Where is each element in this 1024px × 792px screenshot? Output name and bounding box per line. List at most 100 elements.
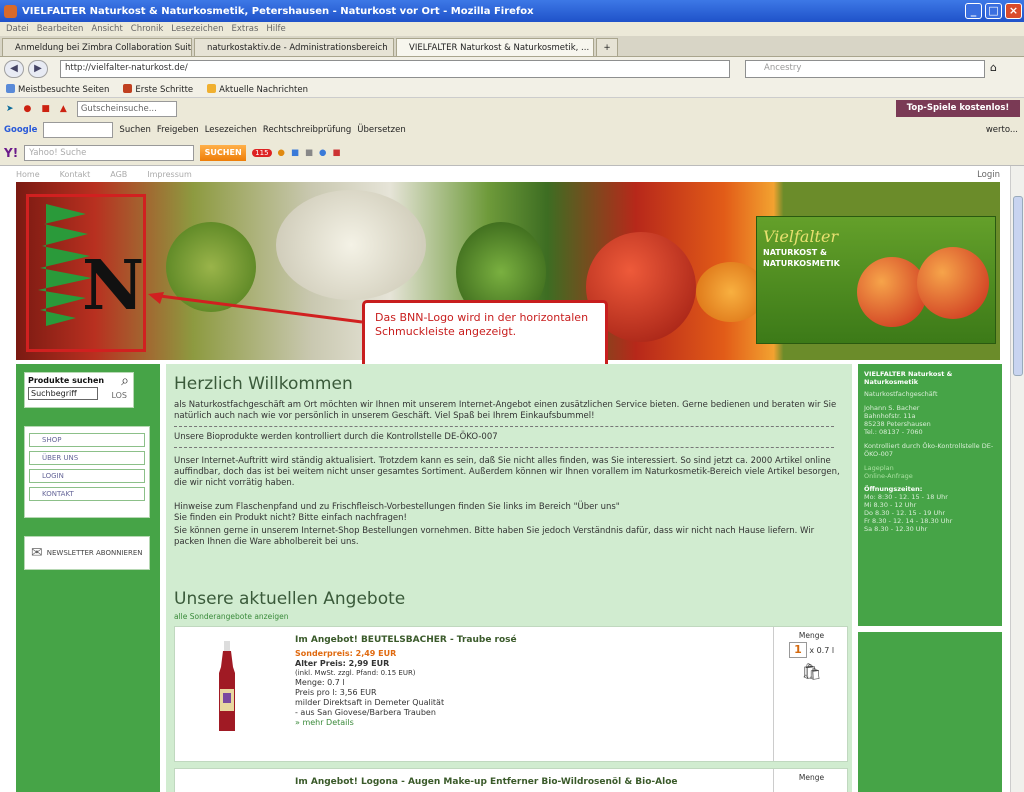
liefern-text: Sie können gerne in unserem Internet-Sho… <box>174 526 815 547</box>
toolbar-icon[interactable]: ● <box>319 148 326 158</box>
kontrolle-text: Unsere Bioprodukte werden kontrolliert d… <box>174 432 498 442</box>
newsletter-box[interactable]: ✉ NEWSLETTER ABONNIEREN <box>24 536 150 570</box>
quantity-input[interactable]: 1 <box>788 642 807 658</box>
google-toolbar: Google Suchen Freigeben Lesezeichen Rech… <box>0 119 1024 141</box>
right-green-panel <box>858 632 1002 792</box>
product-card: Im Angebot! Logona - Augen Make-up Entfe… <box>174 768 848 792</box>
shop-name: VIELFALTER Naturkost & Naturkosmetik <box>864 370 953 386</box>
quantity-panel: Menge <box>773 769 849 792</box>
menu-shop[interactable]: SHOP <box>29 433 145 447</box>
menu-login[interactable]: LOGIN <box>29 469 145 483</box>
highlight-box <box>26 194 146 352</box>
addon-icon[interactable]: ➤ <box>6 104 14 114</box>
google-wertvoll[interactable]: werto... <box>986 125 1018 135</box>
mail-count-badge[interactable]: 115 <box>252 149 272 157</box>
menu-ansicht[interactable]: Ansicht <box>91 24 122 34</box>
all-offers-link[interactable]: alle Sonderangebote anzeigen <box>174 612 288 621</box>
menu-bearbeiten[interactable]: Bearbeiten <box>37 24 84 34</box>
google-freigeben[interactable]: Freigeben <box>157 125 199 135</box>
menu-hilfe[interactable]: Hilfe <box>266 24 285 34</box>
google-uebersetzen[interactable]: Übersetzen <box>357 125 405 135</box>
toolbar-icon[interactable]: ■ <box>305 148 313 158</box>
product-card: Im Angebot! BEUTELSBACHER - Traube rosé … <box>174 626 848 762</box>
envelope-icon: ✉ <box>31 545 43 561</box>
pfand-text: Hinweise zum Flaschenpfand und zu Frisch… <box>174 502 620 512</box>
addon-toolbar: ➤ ● ■ ▲ Gutscheinsuche... Top-Spiele kos… <box>0 97 1024 119</box>
nav-agb[interactable]: AGB <box>110 170 127 179</box>
addon-icon[interactable]: ■ <box>41 104 50 114</box>
product-search-input[interactable]: Suchbegriff <box>28 387 98 400</box>
magnifier-icon[interactable]: ⌕ <box>121 373 129 389</box>
nav-kontakt[interactable]: Kontakt <box>60 170 91 179</box>
nav-home[interactable]: Home <box>16 170 40 179</box>
maximize-button[interactable]: □ <box>985 3 1002 19</box>
menge-label: Menge <box>798 773 825 782</box>
offers-heading: Unsere aktuellen Angebote <box>174 589 406 609</box>
close-button[interactable]: × <box>1005 3 1022 19</box>
menu-chronik[interactable]: Chronik <box>131 24 164 34</box>
product-title[interactable]: Im Angebot! BEUTELSBACHER - Traube rosé <box>295 635 517 645</box>
bookmark-meistbesucht[interactable]: Meistbesuchte Seiten <box>6 83 109 95</box>
minimize-button[interactable]: _ <box>965 3 982 19</box>
login-link[interactable]: Login <box>977 170 1000 180</box>
product-search-box: Produkte suchen Suchbegriff ⌕ LOS <box>24 372 134 408</box>
home-icon[interactable]: ⌂ <box>990 61 997 74</box>
hours-title: Öffnungszeiten: <box>864 485 923 493</box>
old-price: Alter Preis: 2,99 EUR <box>295 658 390 668</box>
menu-datei[interactable]: Datei <box>6 24 29 34</box>
special-price: Sonderpreis: 2,49 EUR <box>295 649 397 658</box>
google-suchen-button[interactable]: Suchen <box>119 125 150 135</box>
address-line: 85238 Petershausen <box>864 420 931 428</box>
more-details-link[interactable]: » mehr Details <box>295 718 444 728</box>
tab-zimbra[interactable]: Anmeldung bei Zimbra Collaboration Suite… <box>2 38 192 56</box>
unit-label: x 0.7 l <box>809 646 835 655</box>
left-sidebar: Produkte suchen Suchbegriff ⌕ LOS SHOP Ü… <box>16 364 160 792</box>
window-title: VIELFALTER Naturkost & Naturkosmetik, Pe… <box>22 5 534 17</box>
tab-vielfalter[interactable]: VIELFALTER Naturkost & Naturkosmetik, ..… <box>396 38 594 56</box>
gutscheine-input[interactable]: Gutscheinsuche... <box>76 100 177 117</box>
bookmark-nachrichten[interactable]: Aktuelle Nachrichten <box>207 83 308 95</box>
addon-icon[interactable]: ● <box>24 104 32 114</box>
yahoo-toolbar: Y! Yahoo! Suche SUCHEN 115 ● ■ ■ ● ■ <box>0 141 1024 166</box>
new-tab-button[interactable]: + <box>596 38 618 56</box>
firefox-icon <box>4 4 17 18</box>
lageplan-link[interactable]: Lageplan <box>864 464 996 472</box>
divider <box>174 426 834 427</box>
hours-line: Mi 8.30 - 12 Uhr <box>864 501 917 509</box>
menu-lesezeichen[interactable]: Lesezeichen <box>171 24 223 34</box>
yahoo-logo-icon[interactable]: Y! <box>4 146 18 160</box>
menu-extras[interactable]: Extras <box>232 24 259 34</box>
intro-text: als Naturkostfachgeschäft am Ort möchten… <box>174 400 837 421</box>
online-link[interactable]: Online-Anfrage <box>864 472 996 480</box>
url-input[interactable]: http://vielfalter-naturkost.de/ <box>60 60 730 78</box>
topspiele-button[interactable]: Top-Spiele kostenlos! <box>896 100 1020 117</box>
google-lesezeichen[interactable]: Lesezeichen <box>205 125 257 135</box>
menu-ueber-uns[interactable]: ÜBER UNS <box>29 451 145 465</box>
search-los-button[interactable]: LOS <box>111 391 127 400</box>
product-title[interactable]: Im Angebot! Logona - Augen Make-up Entfe… <box>295 777 678 787</box>
toolbar-icon[interactable]: ■ <box>291 148 299 158</box>
browser-search-input[interactable]: Ancestry <box>745 60 985 78</box>
product-desc: - aus San Giovese/Barbera Trauben <box>295 707 436 717</box>
tab-naturkostaktiv[interactable]: naturkostaktiv.de - Administrationsberei… <box>194 38 394 56</box>
forward-button[interactable]: ▶ <box>28 60 48 78</box>
phone: Tel.: 08137 - 7060 <box>864 428 923 436</box>
vertical-scrollbar[interactable] <box>1010 166 1024 792</box>
back-button[interactable]: ◀ <box>4 60 24 78</box>
google-rechtschreibung[interactable]: Rechtschreibprüfung <box>263 125 351 135</box>
mwst-note: (inkl. MwSt. zzgl. Pfand: 0.15 EUR) <box>295 668 416 677</box>
yahoo-suchen-button[interactable]: SUCHEN <box>200 145 247 161</box>
product-desc: milder Direktsaft in Demeter Qualität <box>295 697 445 707</box>
toolbar-icon[interactable]: ● <box>278 148 285 158</box>
google-search-input[interactable] <box>43 122 114 138</box>
addon-icon[interactable]: ▲ <box>60 104 67 114</box>
yahoo-search-input[interactable]: Yahoo! Suche <box>24 145 195 161</box>
nav-impressum[interactable]: Impressum <box>147 170 191 179</box>
newsletter-label: NEWSLETTER ABONNIEREN <box>46 549 143 557</box>
scroll-thumb[interactable] <box>1013 196 1023 376</box>
menu-kontakt[interactable]: KONTAKT <box>29 487 145 501</box>
bookmark-erste-schritte[interactable]: Erste Schritte <box>123 83 193 95</box>
web-page: Home Kontakt AGB Impressum Login N Das B… <box>0 166 1010 792</box>
cart-icon[interactable]: 🛍 <box>774 662 849 681</box>
toolbar-icon[interactable]: ■ <box>332 148 340 158</box>
